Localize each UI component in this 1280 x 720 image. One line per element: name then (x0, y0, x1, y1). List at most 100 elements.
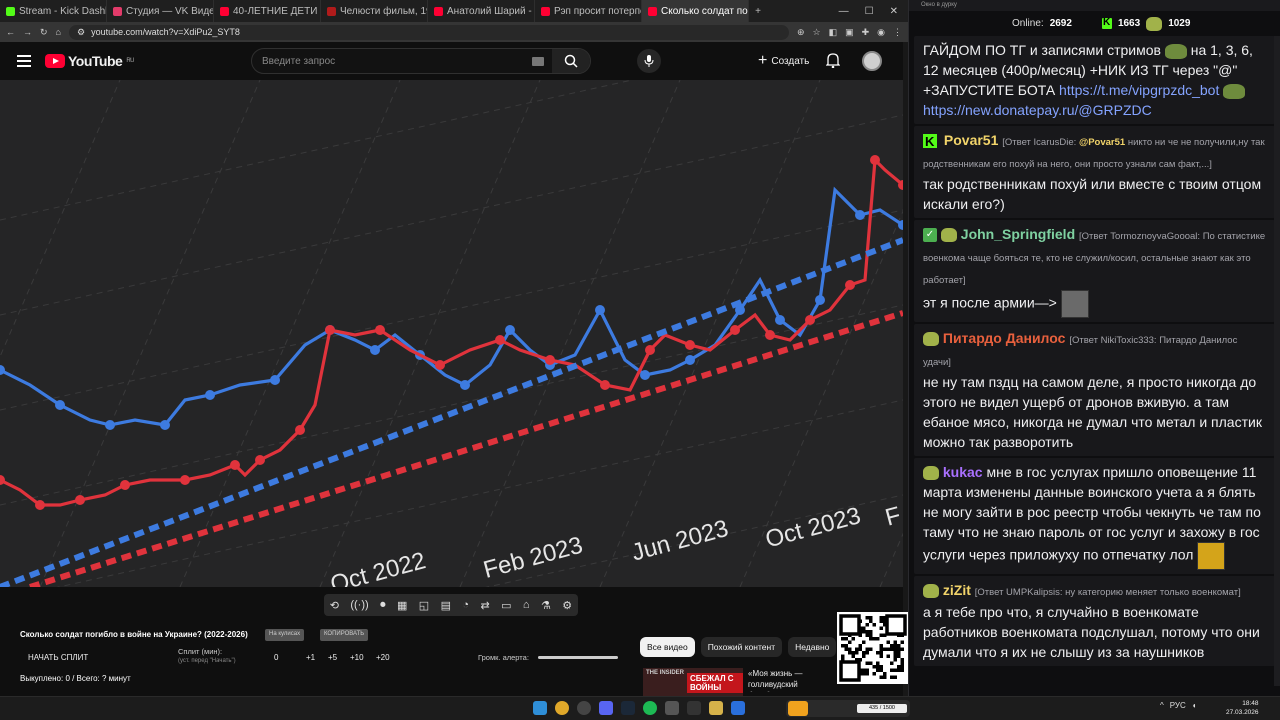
donate-link[interactable]: https://new.donatepay.ru/@GRPZDC (923, 102, 1152, 118)
player-control-icon[interactable]: ((·)) (350, 599, 368, 611)
extension-icon[interactable]: ◧ (829, 27, 838, 38)
extensions-puzzle-icon[interactable]: ✚ (862, 27, 870, 38)
split-add-5-button[interactable]: +5 (328, 653, 337, 662)
avatar[interactable] (862, 51, 882, 71)
qr-module (844, 637, 848, 641)
back-icon[interactable]: ← (6, 27, 15, 37)
search-input[interactable]: Введите запрос (251, 48, 591, 74)
steam-icon[interactable] (621, 701, 635, 715)
system-clock[interactable]: 18:48 27.03.2026 (1226, 699, 1259, 717)
player-control-icon[interactable]: ⌂ (523, 599, 530, 611)
video-player[interactable]: Oct 2022 Feb 2023 Jun 2023 Oct 2023 F (0, 80, 903, 587)
minimize-icon[interactable]: — (839, 6, 849, 17)
qr-module (862, 654, 866, 658)
site-info-icon[interactable]: ⚙ (77, 27, 85, 38)
tab-yt-2[interactable]: Анатолий Шарий - YouTube✕ (428, 0, 535, 22)
video-thumbnail[interactable]: THE INSIDER СБЕЖАЛ С ВОЙНЫ (643, 668, 743, 696)
player-control-icon[interactable]: ▦ (397, 599, 407, 612)
youtube-header: YouTube RU Введите запрос + Создать (0, 42, 908, 80)
player-control-icon[interactable]: ▭ (501, 599, 511, 612)
chat-scrollbar[interactable] (1274, 36, 1280, 686)
start-split-button[interactable]: НАЧАТЬ СПЛИТ (28, 653, 88, 662)
microphone-icon (644, 55, 654, 67)
qr-module (897, 651, 901, 655)
film-favicon-icon (327, 6, 336, 16)
player-control-icon[interactable]: ⚗ (541, 599, 551, 612)
tray-chevron-icon[interactable]: ^ (1160, 701, 1164, 710)
player-control-icon[interactable]: ⟲ (330, 599, 339, 612)
discord-icon[interactable] (599, 701, 613, 715)
browser-menu-icon[interactable]: ⋮ (893, 27, 902, 38)
player-control-icon[interactable]: ⚙ (562, 599, 572, 612)
split-add-10-button[interactable]: +10 (350, 653, 364, 662)
qr-module (841, 644, 845, 648)
close-window-icon[interactable]: ✕ (890, 6, 898, 17)
volume-icon[interactable]: ◖ (1192, 701, 1197, 710)
qr-module (879, 626, 883, 630)
url-field[interactable]: ⚙ youtube.com/watch?v=XdiPu2_SYT8 (68, 24, 789, 40)
alert-volume-slider[interactable] (538, 656, 618, 659)
split-add-1-button[interactable]: +1 (306, 653, 315, 662)
player-control-icon[interactable]: ⇄ (480, 599, 489, 612)
maximize-icon[interactable]: ☐ (865, 6, 874, 17)
chrome-icon[interactable] (555, 701, 569, 715)
kick-icon (1101, 17, 1112, 29)
player-control-icon[interactable]: ▤ (441, 599, 451, 612)
app-icon[interactable] (665, 701, 679, 715)
chat-username[interactable]: Povar51 (944, 132, 998, 148)
chat-message: ГАЙДОМ ПО ТГ и записями стримов на 1, 3,… (914, 36, 1275, 124)
tab-yt-3[interactable]: Рэп просит потерпеть :) - Y✕ (535, 0, 642, 22)
filter-all-videos[interactable]: Все видео (640, 637, 695, 657)
donation-goal-widget[interactable]: 435 / 1500 (786, 700, 910, 717)
tab-yt-active[interactable]: Сколько солдат погибло✕ (642, 0, 749, 22)
menu-hamburger-icon[interactable] (17, 55, 31, 67)
bot-link[interactable]: https://t.me/vipgrpzdc_bot (1059, 82, 1219, 98)
profile-icon[interactable]: ◉ (877, 27, 885, 38)
player-control-icon[interactable]: ⏺ (380, 599, 386, 612)
backstage-chip[interactable]: На кулисах (265, 629, 305, 641)
obs-icon[interactable] (577, 701, 591, 715)
qr-module (858, 644, 862, 648)
qr-module (879, 665, 883, 669)
filter-recent[interactable]: Недавно (788, 637, 837, 657)
youtube-logo[interactable]: YouTube RU (45, 53, 134, 69)
player-control-icon[interactable]: ◔ (462, 599, 469, 611)
keyboard-icon[interactable] (532, 57, 544, 66)
forward-icon[interactable]: → (23, 27, 32, 37)
extension-icon[interactable]: ▣ (845, 27, 854, 38)
zoom-icon[interactable]: ⊕ (797, 27, 805, 38)
player-control-icon[interactable]: ◱ (419, 599, 429, 612)
voice-search-button[interactable] (637, 49, 661, 73)
chat-username[interactable]: kukac (943, 464, 983, 480)
explorer-icon[interactable] (709, 701, 723, 715)
qr-module (848, 647, 852, 651)
series-blue-line-point (205, 390, 215, 400)
tab-vk[interactable]: Студия — VK Видео Live✕ (107, 0, 214, 22)
copy-chip[interactable]: КОПИРОВАТЬ (320, 629, 369, 641)
bookmark-star-icon[interactable]: ☆ (812, 27, 820, 38)
tab-yt-1[interactable]: 40-ЛЕТНИЕ ДЕТИ ДИСНЕЯ✕ (214, 0, 321, 22)
tab-kick[interactable]: Stream - Kick Dashboard✕ (0, 0, 107, 22)
qr-module (851, 637, 855, 641)
new-tab-button[interactable]: + (749, 6, 767, 17)
chat-username[interactable]: Питардо Данилос (943, 330, 1066, 346)
notifications-bell-icon[interactable] (825, 52, 841, 73)
search-button[interactable] (552, 49, 590, 73)
chat-username[interactable]: John_Springfield (961, 226, 1075, 242)
split-add-20-button[interactable]: +20 (376, 653, 390, 662)
chat-username[interactable]: ziZit (943, 582, 971, 598)
spotify-icon[interactable] (643, 701, 657, 715)
language-indicator[interactable]: РУС (1170, 701, 1186, 710)
start-icon[interactable] (533, 701, 547, 715)
grid-line (0, 80, 635, 221)
qr-module (893, 647, 897, 651)
filter-related[interactable]: Похожий контент (700, 637, 783, 657)
recommended-video[interactable]: THE INSIDER СБЕЖАЛ С ВОЙНЫ «Моя жизнь — … (643, 668, 838, 696)
home-icon[interactable]: ⌂ (56, 27, 61, 37)
reload-icon[interactable]: ↻ (40, 27, 48, 38)
app-icon[interactable] (731, 701, 745, 715)
tab-film[interactable]: Челюсти фильм, 1975, дата✕ (321, 0, 428, 22)
create-button[interactable]: + Создать (752, 49, 815, 73)
app-icon[interactable] (687, 701, 701, 715)
recommended-video-title[interactable]: «Моя жизнь — голливудский блокбастер». И… (748, 668, 838, 692)
